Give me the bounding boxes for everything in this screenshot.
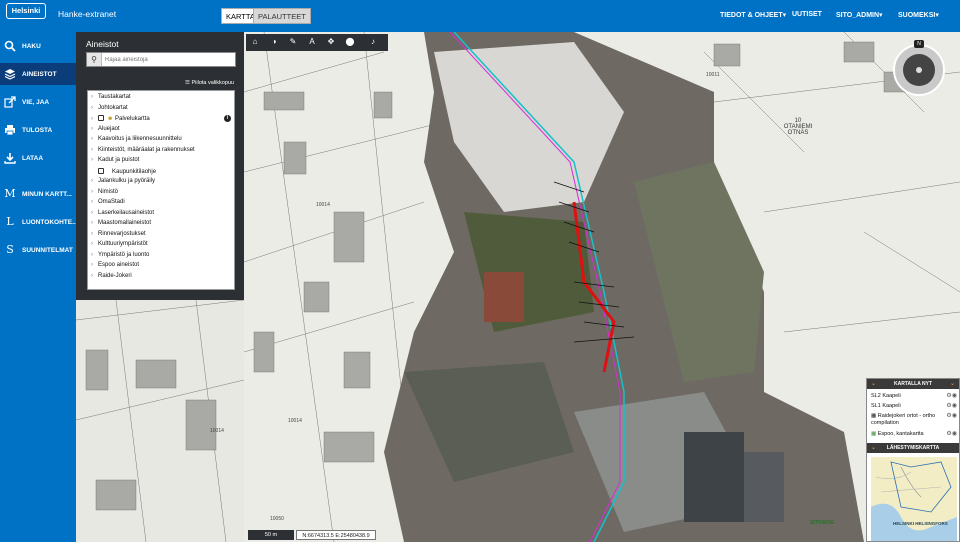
- basemap-icon: ▦: [871, 431, 878, 437]
- tree-group[interactable]: › Ympäristö ja luonto: [91, 252, 149, 258]
- service-map-icon: ☻: [107, 116, 114, 122]
- left-navigation: HAKU AINEISTOT VIE, JAA TULOSTA LATAA M …: [0, 32, 78, 542]
- map-label-parcel: 10011: [706, 72, 720, 78]
- layer-settings-icon[interactable]: ⚙◉: [946, 403, 957, 410]
- panel-title: Aineistot: [86, 39, 119, 49]
- map-brand-label: SITOWISE: [810, 520, 835, 526]
- layers-panel: Aineistot ⚲ ☰ Piilota valikkopuu ›Tausta…: [76, 32, 244, 300]
- map-layers-panel: ⌄ KARTALLA NYT ⌄ SL2 Kaapeli ⚙◉ SL1 Kaape…: [866, 378, 960, 542]
- nav-my-maps[interactable]: M MINUN KARTT...: [0, 183, 76, 205]
- tree-group[interactable]: › Espoo aineistot: [91, 262, 139, 268]
- layer-settings-icon[interactable]: ⚙◉: [946, 393, 957, 400]
- nav-plans[interactable]: S SUUNNITELMAT: [0, 239, 76, 261]
- info-icon[interactable]: i: [224, 115, 231, 122]
- map-rendering-left: [76, 300, 244, 542]
- app-title: Hanke-extranet: [58, 9, 117, 19]
- tree-group[interactable]: › Kulttuuriympäristöt: [91, 241, 148, 247]
- home-icon[interactable]: ⌂: [249, 36, 261, 48]
- nav-language[interactable]: SUOMEKSI▾: [898, 11, 939, 19]
- move-icon[interactable]: ✥: [325, 36, 337, 48]
- tree-group[interactable]: › Jalankulku ja pyöräily: [91, 178, 155, 184]
- tree-layer[interactable]: › ☻ Palvelukartta: [91, 115, 150, 122]
- top-bar: Helsinki Hanke-extranet KARTTA PALAUTTEE…: [0, 0, 960, 32]
- nav-download[interactable]: LATAA: [0, 147, 76, 169]
- nav-nature-sites[interactable]: L LUONTOKOHTE...: [0, 211, 77, 233]
- compass-control[interactable]: N: [893, 40, 945, 96]
- map-toolbar: ⌂ ◑ ✎ A ✥ ⬤ ♪: [246, 34, 388, 51]
- map-rendering: [244, 32, 960, 542]
- nav-info-guides[interactable]: TIEDOT & OHJEET▾: [720, 11, 786, 19]
- tree-group[interactable]: › Kaavoitus ja liikennesuunnittelu: [91, 136, 182, 142]
- tree-group[interactable]: › Laserkeilausaineistot: [91, 210, 154, 216]
- map-label-parcel: 10014: [288, 418, 302, 424]
- layer-settings-icon[interactable]: ⚙◉: [946, 431, 957, 438]
- tree-group[interactable]: › Rinnevarjostukset: [91, 231, 146, 237]
- download-icon: [4, 152, 16, 164]
- active-layer[interactable]: ▦ Espoo, kantakartta ⚙◉: [871, 431, 957, 438]
- map-canvas-left[interactable]: 10014: [76, 300, 244, 542]
- tree-group[interactable]: › OmaStadi: [91, 199, 125, 205]
- map-canvas[interactable]: 10011 10 OTANIEMI OTNÄS 10014 10014 1005…: [244, 32, 960, 542]
- helsinki-logo[interactable]: Helsinki: [6, 3, 46, 19]
- plans-icon: S: [6, 243, 14, 256]
- tree-group[interactable]: › Taustakartat: [91, 94, 131, 100]
- tree-group[interactable]: › Kadut ja puistot: [91, 157, 139, 163]
- scale-bar: 50 m: [248, 530, 294, 540]
- location-icon[interactable]: ⬤: [344, 36, 356, 48]
- overview-map[interactable]: HELSINKI HELSINGFORS: [871, 457, 957, 541]
- nature-sites-icon: L: [6, 215, 14, 228]
- layer-tree: › Taustakartat › Johtokartat › ☻ Palvelukar…: [87, 90, 235, 290]
- overview-map-label: HELSINKI HELSINGFORS: [893, 521, 948, 526]
- map-label-district: 10 OTANIEMI OTNÄS: [783, 118, 813, 136]
- contrast-icon[interactable]: ◑: [268, 36, 280, 48]
- active-layer[interactable]: ▦ Raidejokeri ortot - ortho compilation ⚙…: [871, 413, 957, 427]
- pencil-icon[interactable]: ✎: [287, 36, 299, 48]
- share-icon: [4, 96, 16, 108]
- tree-group[interactable]: › Maastomallaineistot: [91, 220, 151, 226]
- coordinate-readout: N:6674313.5 E:25480438.9: [296, 530, 376, 540]
- chevron-down-icon[interactable]: ⌄: [871, 379, 876, 389]
- hide-menu-tree-link[interactable]: ☰ Piilota valikkopuu: [185, 80, 234, 86]
- north-indicator: N: [914, 40, 924, 48]
- print-icon: [4, 124, 16, 136]
- layer-search-input[interactable]: [105, 54, 233, 65]
- map-label-parcel: 10050: [270, 516, 284, 522]
- nav-user-menu[interactable]: SITO_ADMIN▾: [836, 11, 883, 19]
- nav-search[interactable]: HAKU: [0, 35, 76, 57]
- overview-map-rendering: [871, 457, 957, 541]
- layer-checkbox[interactable]: [98, 115, 104, 121]
- layers-icon: [4, 68, 16, 80]
- layer-settings-icon[interactable]: ⚙◉: [946, 413, 957, 420]
- search-icon: [4, 40, 16, 52]
- tree-group[interactable]: › Johtokartat: [91, 105, 128, 111]
- tree-group[interactable]: › Aluejaot: [91, 126, 120, 132]
- nav-layers[interactable]: AINEISTOT: [0, 63, 76, 85]
- compass-center[interactable]: [916, 67, 922, 73]
- active-layer[interactable]: SL2 Kaapeli ⚙◉: [871, 393, 957, 400]
- layer-search[interactable]: ⚲: [86, 52, 236, 67]
- map-label-parcel: 10014: [210, 428, 224, 434]
- nav-share[interactable]: VIE, JAA: [0, 91, 76, 113]
- chevron-down-icon[interactable]: ⌄: [871, 443, 876, 453]
- layer-checkbox[interactable]: [98, 167, 104, 174]
- nav-print[interactable]: TULOSTA: [0, 119, 76, 141]
- my-maps-icon: M: [4, 187, 16, 200]
- tree-group[interactable]: › Nimistö: [91, 189, 118, 195]
- ortho-icon: ▦: [871, 413, 878, 419]
- text-icon[interactable]: A: [306, 36, 318, 48]
- microphone-icon[interactable]: ♪: [367, 36, 379, 48]
- chevron-down-icon[interactable]: ⌄: [950, 379, 955, 389]
- tree-group[interactable]: › Raide-Jokeri: [91, 273, 132, 279]
- tree-layer[interactable]: Kaupunkitilaohje: [91, 167, 156, 175]
- tree-group[interactable]: › Kiinteistöt, määräalat ja rakennukset: [91, 147, 195, 153]
- overview-map-header[interactable]: ⌄ LÄHESTYMISKARTTA: [867, 443, 959, 453]
- nav-news[interactable]: UUTISET: [792, 11, 822, 18]
- active-layer[interactable]: SL1 Kaapeli ⚙◉: [871, 403, 957, 410]
- map-label-parcel: 10014: [316, 202, 330, 208]
- current-layers-header[interactable]: ⌄ KARTALLA NYT ⌄: [867, 379, 959, 389]
- tab-feedback[interactable]: PALAUTTEET: [253, 8, 311, 24]
- search-icon: ⚲: [87, 53, 102, 66]
